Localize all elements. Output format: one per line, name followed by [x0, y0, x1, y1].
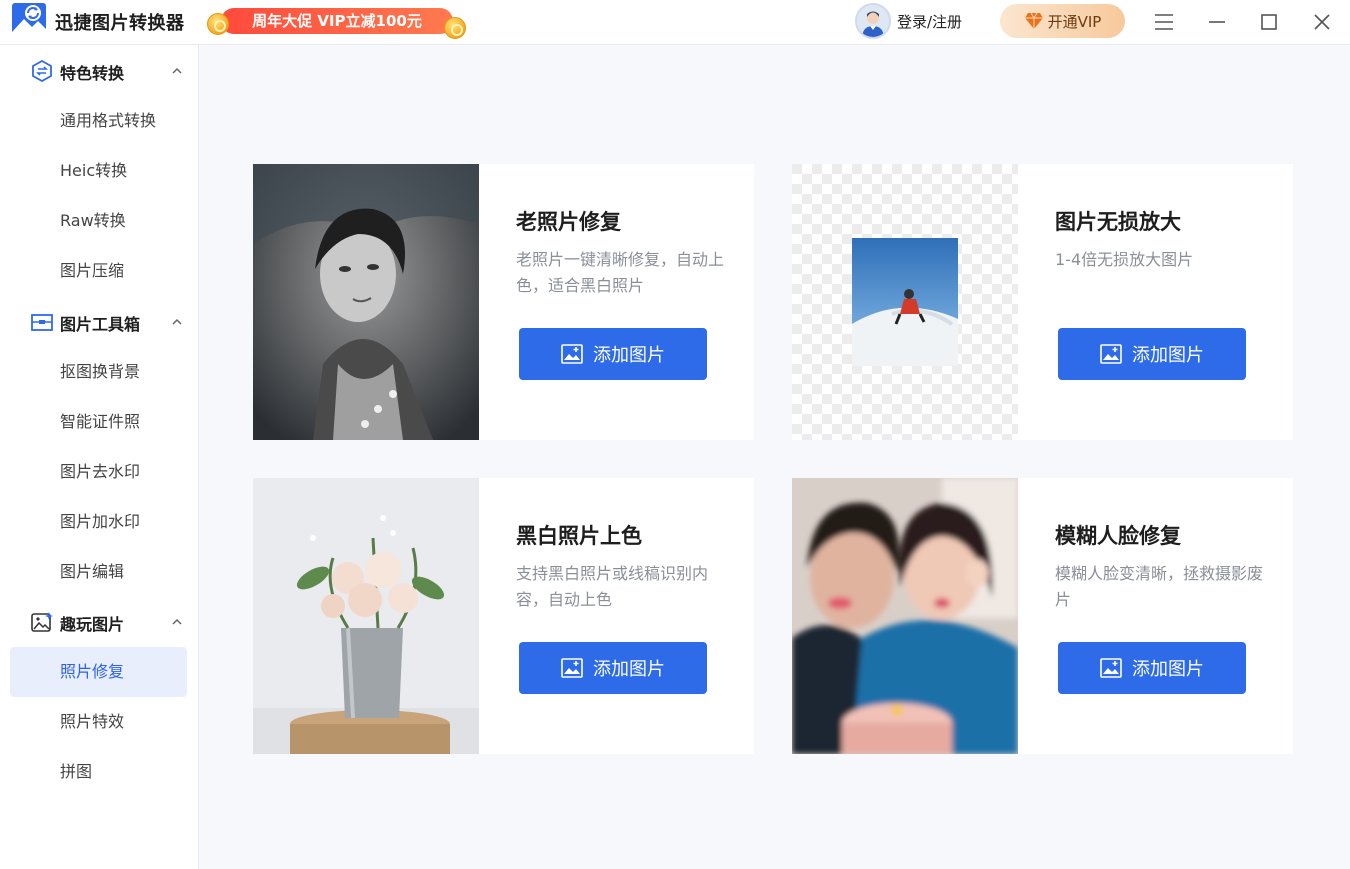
add-image-label: 添加图片 [1132, 659, 1204, 680]
colorize-thumbnail [253, 478, 479, 754]
sidebar-item-photo-repair[interactable]: 照片修复 [10, 647, 187, 697]
minimize-icon[interactable] [1204, 9, 1230, 35]
login-button[interactable]: 登录/注册 [855, 3, 962, 39]
menu-icon[interactable] [1151, 9, 1177, 35]
sidebar-group-fun[interactable]: 趣玩图片 [0, 607, 199, 637]
card-description: 1-4倍无损放大图片 [1055, 250, 1194, 269]
sidebar-item-heic[interactable]: Heic转换 [10, 146, 187, 196]
add-image-button[interactable]: 添加图片 [1058, 642, 1246, 694]
login-label: 登录/注册 [897, 12, 963, 31]
sidebar-item-add-watermark[interactable]: 图片加水印 [10, 497, 187, 547]
chevron-up-icon [172, 618, 182, 625]
feature-card-face-repair[interactable]: 模糊人脸修复 模糊人脸变清晰，拯救摄影废片 添加图片 [792, 478, 1293, 754]
add-image-button[interactable]: 添加图片 [1058, 328, 1246, 380]
sidebar-item-general-format[interactable]: 通用格式转换 [10, 96, 187, 146]
sidebar-group-label: 特色转换 [60, 64, 125, 83]
sidebar-item-raw[interactable]: Raw转换 [10, 196, 187, 246]
card-description: 老照片一键清晰修复，自动上色，适合黑白照片 [516, 250, 725, 295]
sidebar-group-special-convert[interactable]: 特色转换 [0, 56, 199, 86]
sidebar-item-collage[interactable]: 拼图 [10, 747, 187, 797]
diamond-icon [1024, 12, 1043, 29]
sidebar-group-toolbox[interactable]: 图片工具箱 [0, 307, 199, 337]
sidebar-item-remove-watermark[interactable]: 图片去水印 [10, 447, 187, 497]
add-image-icon [561, 344, 583, 364]
add-image-button[interactable]: 添加图片 [519, 328, 707, 380]
coin-icon [207, 13, 229, 35]
add-image-icon [1100, 344, 1122, 364]
add-image-label: 添加图片 [1132, 345, 1204, 366]
close-icon[interactable] [1309, 9, 1335, 35]
add-image-button[interactable]: 添加图片 [519, 642, 707, 694]
card-title: 黑白照片上色 [516, 524, 642, 548]
promo-text: 周年大促 VIP立减100元 [221, 8, 453, 34]
image-sparkle-icon [31, 612, 53, 632]
sidebar: 特色转换 通用格式转换 Heic转换 Raw转换 图片压缩 图片工具箱 抠图换背… [0, 45, 199, 869]
coin-icon [444, 17, 466, 39]
chevron-up-icon [172, 318, 182, 325]
vip-label: 开通VIP [1047, 12, 1102, 31]
card-description: 模糊人脸变清晰，拯救摄影废片 [1055, 564, 1264, 609]
card-description: 支持黑白照片或线稿识别内容，自动上色 [516, 564, 709, 609]
avatar [855, 3, 891, 39]
sidebar-group-label: 趣玩图片 [60, 615, 125, 634]
feature-card-old-photo[interactable]: 老照片修复 老照片一键清晰修复，自动上色，适合黑白照片 添加图片 [253, 164, 754, 440]
card-title: 模糊人脸修复 [1055, 524, 1181, 548]
user-avatar-icon [857, 5, 889, 37]
card-title: 图片无损放大 [1055, 210, 1181, 234]
sidebar-item-cutout[interactable]: 抠图换背景 [10, 347, 187, 397]
card-title: 老照片修复 [516, 210, 621, 234]
feature-card-upscale[interactable]: 图片无损放大 1-4倍无损放大图片 添加图片 [792, 164, 1293, 440]
vip-button[interactable]: 开通VIP [1000, 4, 1125, 38]
sidebar-item-edit[interactable]: 图片编辑 [10, 547, 187, 597]
add-image-icon [1100, 658, 1122, 678]
sidebar-group-label: 图片工具箱 [60, 315, 141, 334]
main-content: 老照片修复 老照片一键清晰修复，自动上色，适合黑白照片 添加图片 图片无损放大 … [199, 45, 1350, 869]
add-image-icon [561, 658, 583, 678]
title-bar: 迅捷图片转换器 周年大促 VIP立减100元 登录/注册 开通VIP [0, 0, 1350, 45]
app-logo-icon [12, 3, 46, 37]
sidebar-item-id-photo[interactable]: 智能证件照 [10, 397, 187, 447]
convert-icon [32, 60, 52, 82]
sidebar-item-compress[interactable]: 图片压缩 [10, 246, 187, 296]
app-title: 迅捷图片转换器 [55, 13, 185, 34]
add-image-label: 添加图片 [593, 345, 665, 366]
promo-banner[interactable]: 周年大促 VIP立减100元 [207, 5, 466, 39]
chevron-up-icon [172, 67, 182, 74]
add-image-label: 添加图片 [593, 659, 665, 680]
maximize-icon[interactable] [1256, 9, 1282, 35]
toolbox-icon [31, 314, 53, 331]
feature-card-colorize[interactable]: 黑白照片上色 支持黑白照片或线稿识别内容，自动上色 添加图片 [253, 478, 754, 754]
sidebar-item-photo-effects[interactable]: 照片特效 [10, 697, 187, 747]
face-repair-thumbnail [792, 478, 1018, 754]
old-photo-thumbnail [253, 164, 479, 440]
upscale-thumbnail [792, 164, 1018, 440]
